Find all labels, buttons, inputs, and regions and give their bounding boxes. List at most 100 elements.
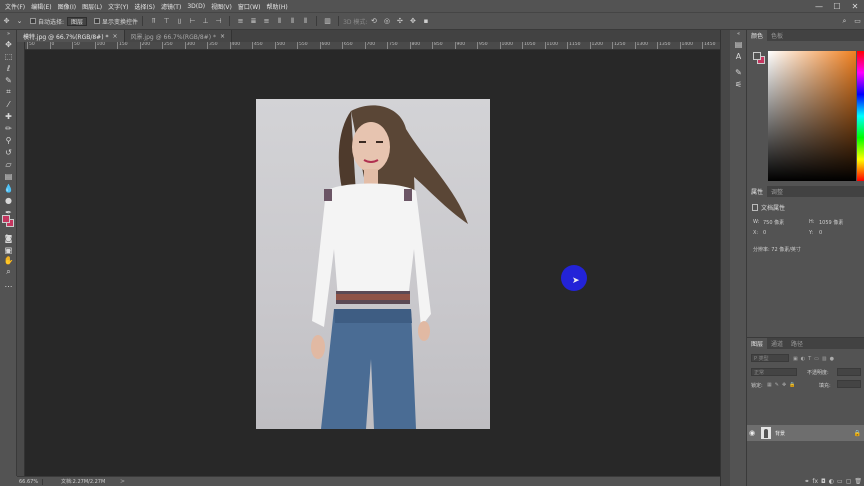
- lock-paint-icon[interactable]: ✎: [775, 382, 779, 388]
- crop-tool-icon[interactable]: ⌗: [0, 86, 17, 98]
- screen-mode-icon[interactable]: ▣: [0, 244, 17, 256]
- status-menu-arrow-icon[interactable]: >: [120, 478, 125, 485]
- fill-field[interactable]: [837, 380, 861, 388]
- opacity-field[interactable]: [837, 368, 861, 376]
- quick-mask-icon[interactable]: ◙: [0, 232, 17, 244]
- align-left-icon[interactable]: ⊢: [188, 17, 197, 26]
- align-bottom-icon[interactable]: ⫫: [175, 17, 184, 26]
- clone-stamp-tool-icon[interactable]: ⚲: [0, 134, 17, 146]
- history-brush-tool-icon[interactable]: ↺: [0, 146, 17, 158]
- type-filter-icon[interactable]: T: [808, 356, 811, 362]
- marquee-tool-icon[interactable]: ⬚: [0, 50, 17, 62]
- tab-layers[interactable]: 图层: [747, 338, 768, 349]
- menu-filter[interactable]: 滤镜(T): [158, 2, 184, 11]
- more-tools-icon[interactable]: …: [0, 278, 17, 290]
- 3d-slide-icon[interactable]: ✥: [408, 17, 417, 26]
- character-panel-icon[interactable]: A: [730, 50, 747, 62]
- foreground-color-swatch[interactable]: [2, 215, 10, 223]
- blur-tool-icon[interactable]: 💧: [0, 182, 17, 194]
- chevron-down-icon[interactable]: ⌄: [15, 17, 24, 26]
- menu-type[interactable]: 文字(Y): [105, 2, 131, 11]
- tab-model-jpg[interactable]: 模特.jpg @ 66.7%(RGB/8#) * ×: [17, 30, 125, 42]
- filter-toggle-icon[interactable]: ●: [830, 356, 834, 362]
- link-layers-icon[interactable]: ⚭: [804, 478, 809, 485]
- blend-mode-select[interactable]: 正常: [751, 368, 797, 376]
- move-tool-preset-icon[interactable]: ✥: [2, 17, 11, 26]
- delete-layer-icon[interactable]: 🗑: [854, 478, 862, 485]
- menu-edit[interactable]: 编辑(E): [28, 2, 54, 11]
- menu-3d[interactable]: 3D(D): [184, 3, 208, 10]
- adjustments-panel-icon[interactable]: ⚟: [730, 78, 747, 90]
- close-icon[interactable]: ×: [220, 33, 225, 40]
- auto-select-checkbox[interactable]: [30, 18, 36, 24]
- move-tool-icon[interactable]: ✥: [0, 38, 17, 50]
- eyedropper-tool-icon[interactable]: ⁄: [0, 98, 17, 110]
- quick-select-tool-icon[interactable]: ✎: [0, 74, 17, 86]
- distribute-vcenter-icon[interactable]: ≣: [249, 17, 258, 26]
- lock-icon[interactable]: 🔒: [854, 430, 861, 437]
- layer-name[interactable]: 背景: [775, 430, 785, 437]
- show-transform-checkbox[interactable]: [94, 18, 101, 24]
- x-value[interactable]: 0: [763, 230, 766, 236]
- healing-brush-tool-icon[interactable]: ✚: [0, 110, 17, 122]
- collapse-arrows-icon[interactable]: »: [0, 30, 17, 38]
- menu-window[interactable]: 窗口(W): [235, 2, 264, 11]
- 3d-scale-icon[interactable]: ▪: [421, 17, 430, 26]
- tab-channels[interactable]: 通道: [767, 338, 787, 349]
- auto-align-icon[interactable]: ▥: [323, 17, 332, 26]
- new-group-icon[interactable]: ▭: [837, 478, 843, 485]
- y-value[interactable]: 0: [819, 230, 822, 236]
- close-window-button[interactable]: ✕: [846, 0, 864, 12]
- width-value[interactable]: 750 像素: [763, 219, 784, 226]
- hue-slider[interactable]: [857, 51, 864, 181]
- auto-select-dropdown[interactable]: 图层: [67, 16, 88, 26]
- gradient-tool-icon[interactable]: ▤: [0, 170, 17, 182]
- 3d-drag-icon[interactable]: ✣: [395, 17, 404, 26]
- tab-swatches[interactable]: 色板: [767, 30, 787, 41]
- distribute-hcenter-icon[interactable]: ⦀: [288, 17, 297, 26]
- distribute-right-icon[interactable]: ⦀: [301, 17, 310, 26]
- adjustment-layer-icon[interactable]: ◐: [829, 478, 834, 485]
- menu-select[interactable]: 选择(S): [131, 2, 158, 11]
- panel-foreground-swatch[interactable]: [753, 52, 761, 60]
- tab-properties[interactable]: 属性: [747, 186, 768, 197]
- brush-panel-icon[interactable]: ✎: [730, 66, 747, 78]
- color-picker-field[interactable]: [768, 51, 856, 181]
- align-right-icon[interactable]: ⊣: [214, 17, 223, 26]
- menu-view[interactable]: 视图(V): [208, 2, 235, 11]
- brush-tool-icon[interactable]: ✏: [0, 122, 17, 134]
- lasso-tool-icon[interactable]: ℓ: [0, 62, 17, 74]
- lock-pixels-icon[interactable]: ▦: [767, 382, 772, 388]
- new-layer-icon[interactable]: ▢: [846, 478, 852, 485]
- model-photo[interactable]: [256, 99, 490, 429]
- adjustment-filter-icon[interactable]: ◐: [801, 356, 805, 362]
- menu-help[interactable]: 帮助(H): [264, 2, 291, 11]
- distribute-bottom-icon[interactable]: ≡: [262, 17, 271, 26]
- maximize-button[interactable]: ☐: [828, 0, 846, 12]
- align-vcenter-icon[interactable]: ⊤: [162, 17, 171, 26]
- lock-move-icon[interactable]: ✥: [782, 382, 786, 388]
- layer-background[interactable]: ◉ 背景 🔒: [747, 425, 864, 441]
- align-hcenter-icon[interactable]: ⊥: [201, 17, 210, 26]
- 3d-rotate-icon[interactable]: ⟲: [369, 17, 378, 26]
- dodge-tool-icon[interactable]: ●: [0, 194, 17, 206]
- layer-style-icon[interactable]: fx: [812, 478, 818, 485]
- eye-icon[interactable]: ◉: [747, 429, 757, 437]
- menu-file[interactable]: 文件(F): [0, 2, 28, 11]
- height-value[interactable]: 1059 像素: [819, 219, 843, 226]
- search-icon[interactable]: ⌕: [840, 17, 849, 26]
- layer-kind-filter[interactable]: P 类型: [751, 354, 789, 362]
- 3d-roll-icon[interactable]: ◎: [382, 17, 391, 26]
- workspace-icon[interactable]: ▭: [853, 17, 862, 26]
- distribute-top-icon[interactable]: ≡: [236, 17, 245, 26]
- zoom-tool-icon[interactable]: ⌕: [0, 266, 17, 278]
- panel-collapse-strip[interactable]: [720, 30, 730, 486]
- history-panel-icon[interactable]: ▤: [730, 38, 747, 50]
- smart-filter-icon[interactable]: ▥: [822, 356, 827, 362]
- layer-mask-icon[interactable]: ◘: [821, 478, 826, 485]
- tab-paths[interactable]: 路径: [787, 338, 807, 349]
- pixel-filter-icon[interactable]: ▣: [793, 356, 798, 362]
- tab-landscape-jpg[interactable]: 风景.jpg @ 66.7%(RGB/8#) * ×: [124, 30, 232, 42]
- lock-all-icon[interactable]: 🔒: [789, 382, 795, 388]
- align-top-icon[interactable]: ⫪: [149, 17, 158, 26]
